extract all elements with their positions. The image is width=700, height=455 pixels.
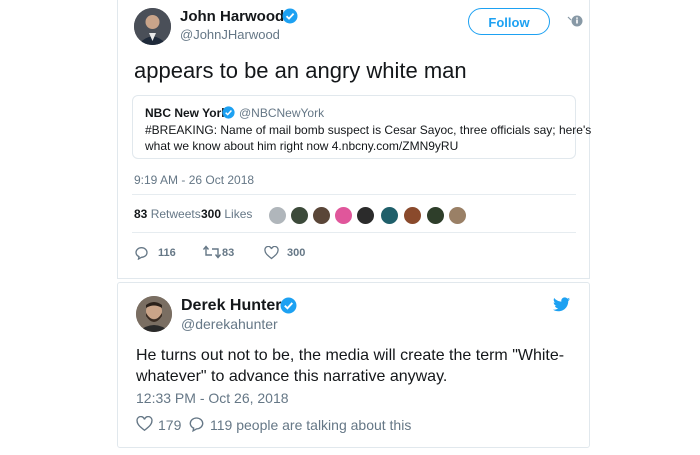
retweet-stats[interactable]: 83 Retweets [134,207,201,221]
reply-icon[interactable] [134,246,149,265]
quote-text-line2: what we know about him right now 4.nbcny… [145,139,459,153]
like-count: 179 [158,417,182,433]
author-avatar[interactable] [134,8,171,45]
talking-about[interactable]: 119 people are talking about this [210,417,411,433]
author-name[interactable]: Derek Hunter [181,297,281,315]
liker-avatar[interactable] [356,206,375,225]
liker-avatar[interactable] [334,206,353,225]
liker-avatar[interactable] [290,206,309,225]
liker-avatar[interactable] [448,206,467,225]
twitter-bird-icon[interactable] [553,297,570,317]
like-icon[interactable] [136,415,153,437]
likes-label: Likes [224,207,253,221]
tweet-card-harwood: John Harwood @JohnJHarwood Follow appear… [117,0,591,279]
author-avatar[interactable] [136,296,172,332]
reply-count: 116 [158,247,176,259]
quote-author-name: NBC New York [145,106,228,120]
liker-avatar[interactable] [380,206,399,225]
quote-text-line1: #BREAKING: Name of mail bomb suspect is … [145,123,592,137]
author-name[interactable]: John Harwood [180,8,284,25]
tweet-text-line2: whatever" to advance this narrative anyw… [136,368,448,385]
tweet-text-line1: He turns out not to be, the media will c… [136,347,565,364]
liker-avatar[interactable] [268,206,287,225]
liker-avatar[interactable] [426,206,445,225]
like-count: 300 [287,247,306,259]
quote-author-handle: @NBCNewYork [239,106,325,120]
reply-icon[interactable] [188,416,205,437]
likes-count: 300 [201,207,222,221]
retweets-count: 83 [134,207,148,221]
verified-badge-icon [280,297,297,319]
verified-badge-icon [282,8,298,29]
info-icon[interactable] [567,14,583,33]
timestamp[interactable]: 9:19 AM - 26 Oct 2018 [134,173,254,187]
tweet-card-hunter: Derek Hunter @derekahunter He turns out … [117,282,590,448]
like-stats[interactable]: 300 Likes [201,207,252,221]
like-icon[interactable] [264,245,279,265]
quoted-tweet[interactable]: NBC New York @NBCNewYork #BREAKING: Name… [132,95,591,159]
retweet-icon[interactable] [202,245,222,264]
author-handle[interactable]: @derekahunter [181,316,278,332]
divider [132,232,576,233]
follow-button[interactable]: Follow [468,8,550,35]
liker-avatar[interactable] [403,206,422,225]
divider [132,194,576,195]
retweets-label: Retweets [150,207,201,221]
author-handle[interactable]: @JohnJHarwood [180,27,280,42]
liker-avatar[interactable] [312,206,331,225]
retweet-count: 83 [222,247,235,259]
quote-verified-icon [222,106,235,124]
timestamp[interactable]: 12:33 PM - Oct 26, 2018 [136,390,289,406]
tweet-text: appears to be an angry white man [134,58,467,83]
